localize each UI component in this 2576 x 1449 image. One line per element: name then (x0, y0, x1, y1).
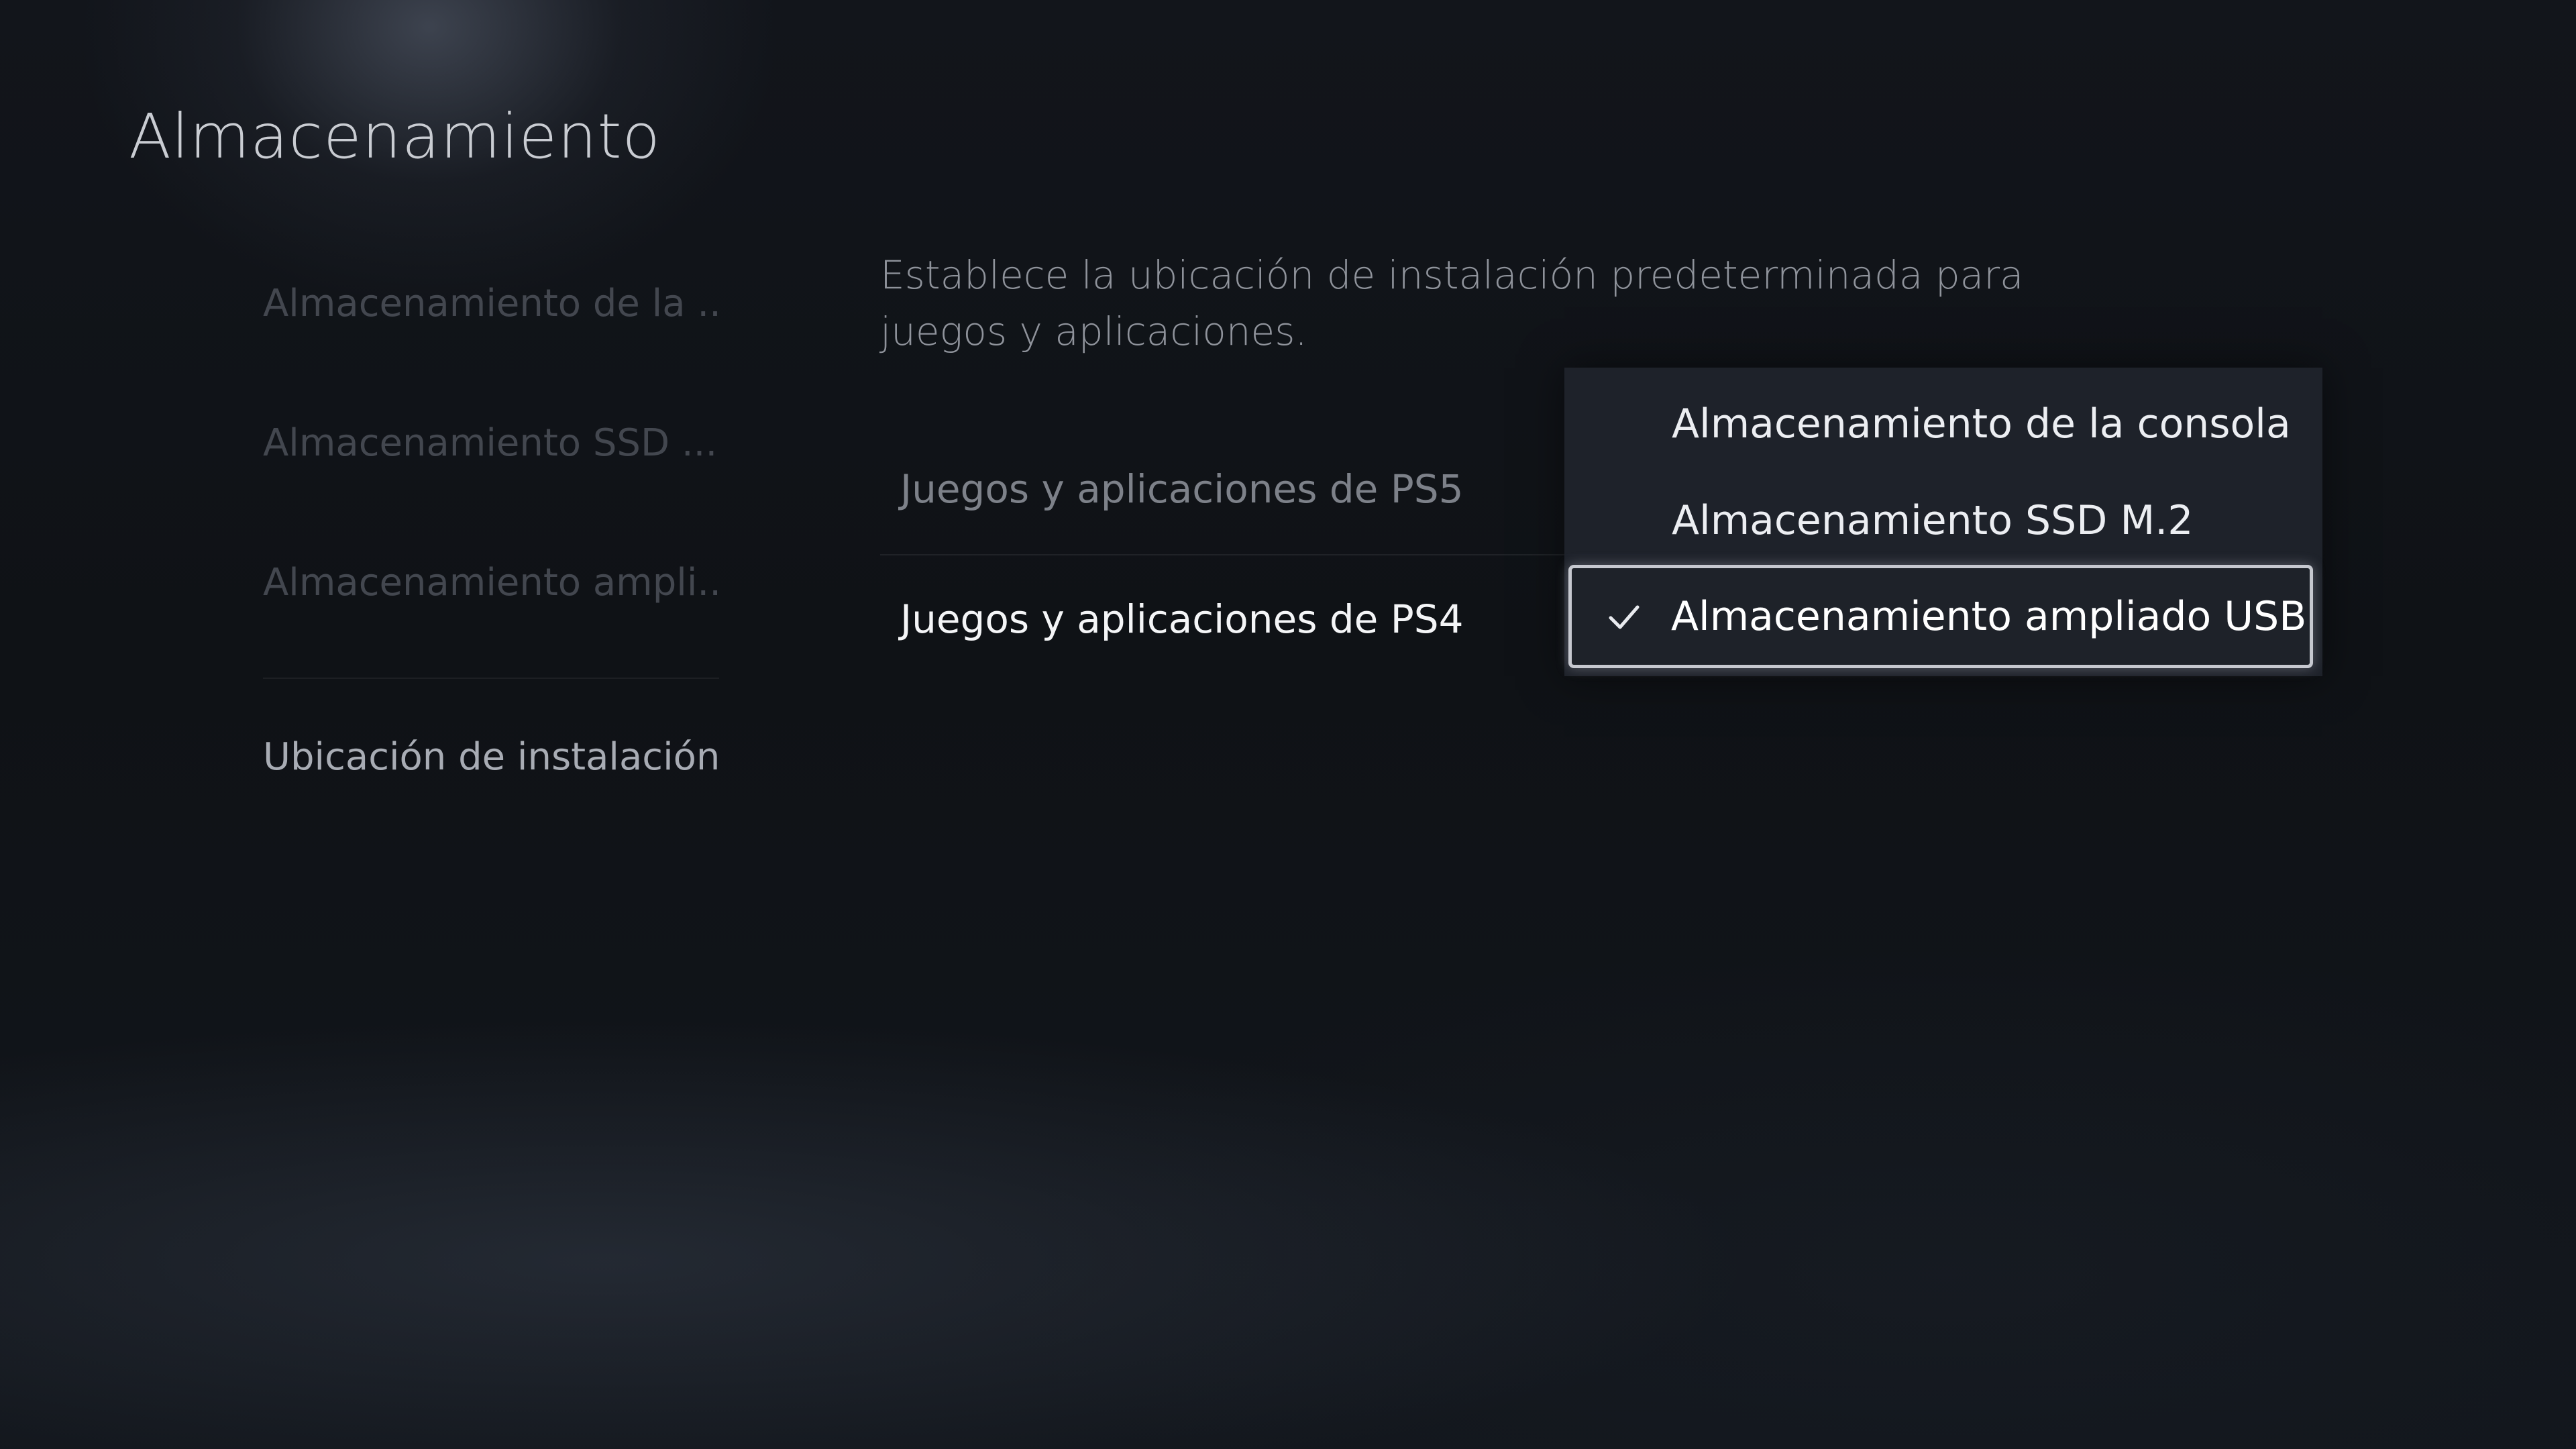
install-location-dropdown: Almacenamiento de la consola Almacenamie… (1564, 368, 2322, 676)
background (0, 0, 2576, 1449)
sidebar-divider (263, 678, 719, 679)
setting-label-ps5: Juegos y aplicaciones de PS5 (900, 466, 1464, 512)
sidebar-item-extended-storage[interactable]: Almacenamiento ampli... (263, 561, 719, 604)
check-icon (1609, 605, 1640, 629)
sidebar-item-console-storage[interactable]: Almacenamiento de la ... (263, 282, 719, 325)
option-label: Almacenamiento de la consola (1672, 400, 2291, 447)
option-label: Almacenamiento ampliado USB (1671, 593, 2307, 640)
dropdown-option-usb-extended-storage[interactable]: Almacenamiento ampliado USB (1568, 565, 2313, 668)
sidebar-item-ssd-storage[interactable]: Almacenamiento SSD ... (263, 421, 719, 465)
sidebar-item-install-location[interactable]: Ubicación de instalación (263, 735, 719, 779)
setting-row-ps5[interactable]: Juegos y aplicaciones de PS5 (880, 425, 1652, 553)
setting-label-ps4: Juegos y aplicaciones de PS4 (900, 596, 1464, 642)
page-title: Almacenamiento (129, 101, 661, 172)
dropdown-option-ssd-storage[interactable]: Almacenamiento SSD M.2 (1564, 472, 2322, 569)
option-label: Almacenamiento SSD M.2 (1672, 497, 2194, 544)
dropdown-option-console-storage[interactable]: Almacenamiento de la consola (1564, 376, 2322, 472)
setting-row-ps4[interactable]: Juegos y aplicaciones de PS4 (880, 555, 1652, 683)
section-description: Establece la ubicación de instalación pr… (880, 252, 2024, 354)
